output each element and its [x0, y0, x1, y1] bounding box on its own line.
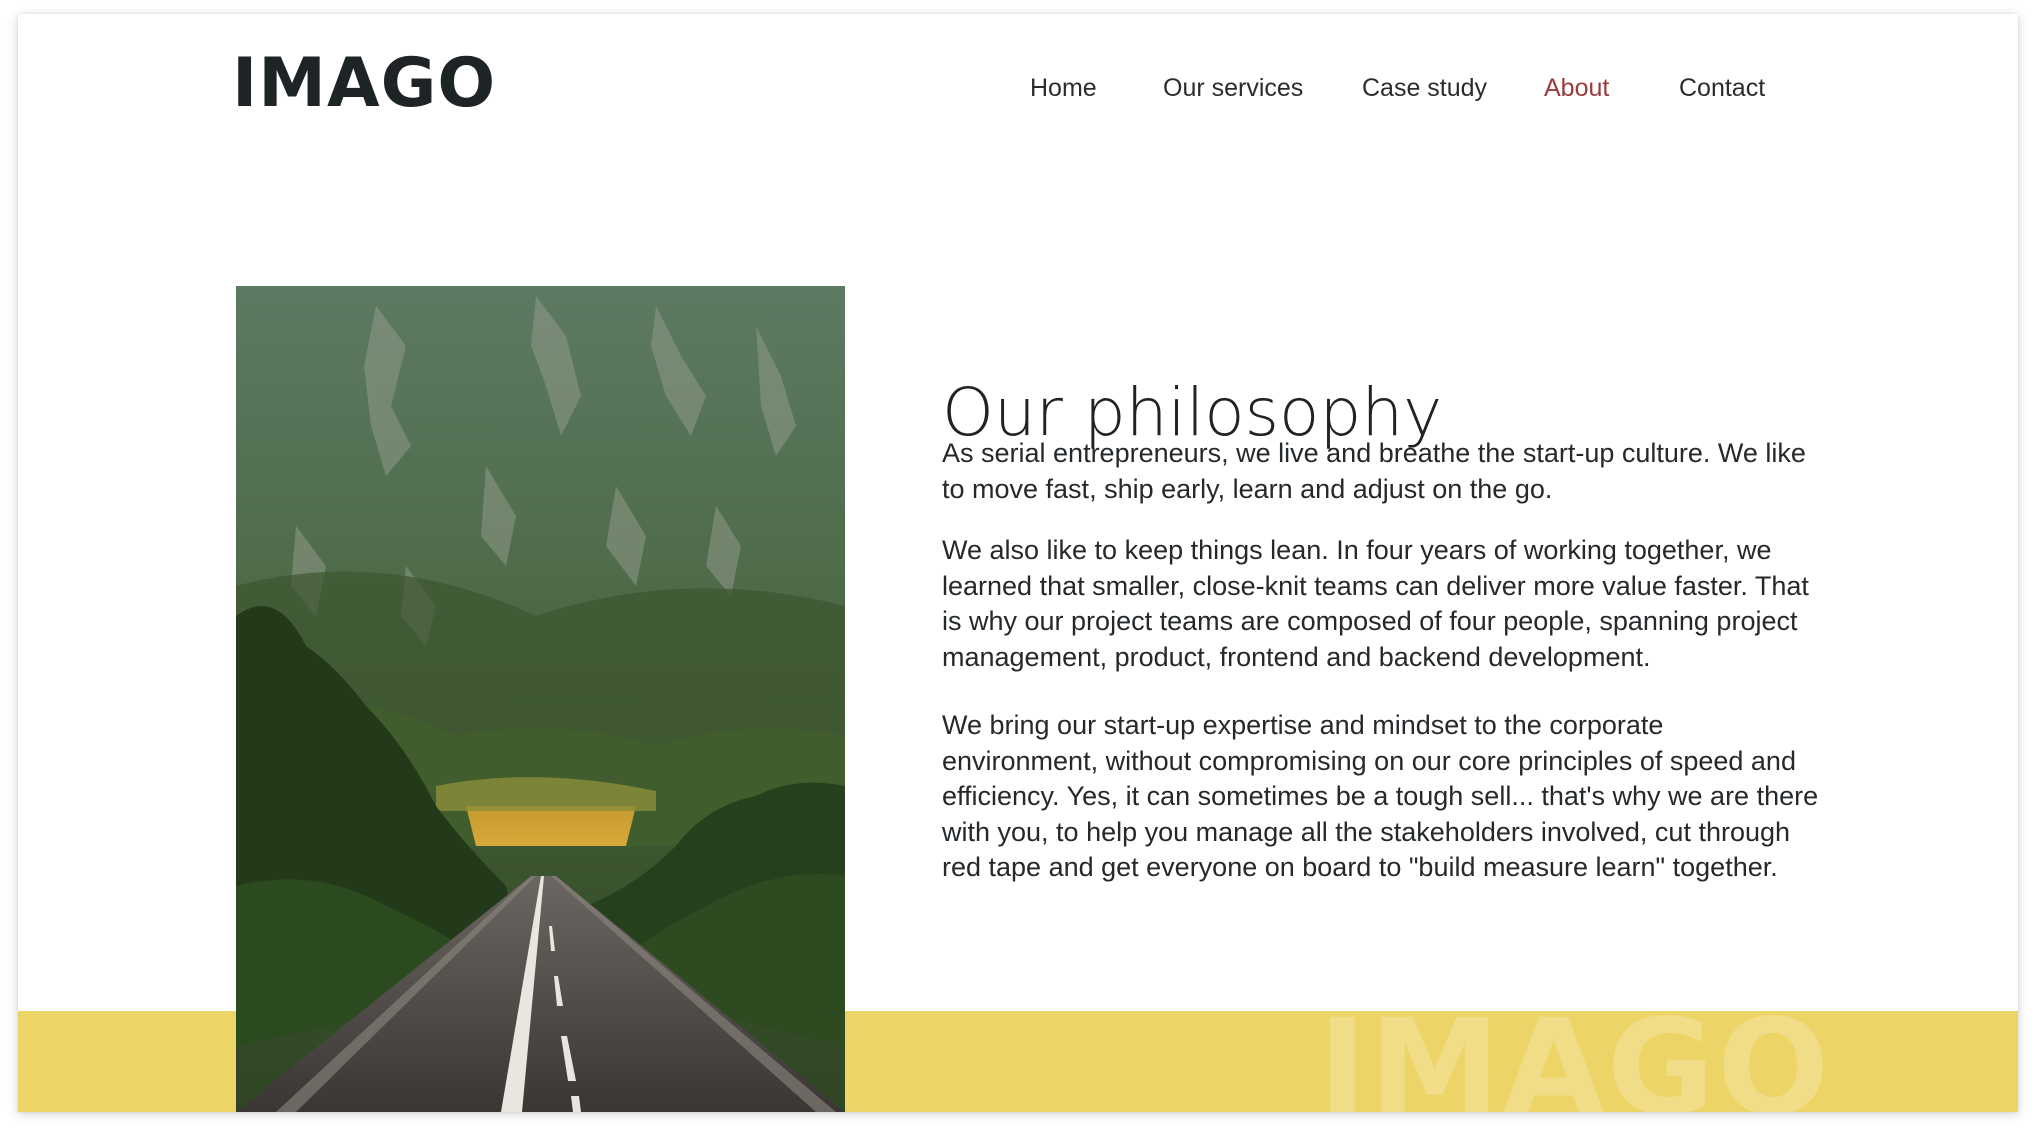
nav-item-our-services[interactable]: Our services: [1163, 74, 1303, 103]
footer-watermark-logo: IMAGO: [1318, 991, 1832, 1112]
nav-item-home[interactable]: Home: [1030, 74, 1097, 103]
nav-item-about[interactable]: About: [1544, 74, 1609, 103]
paragraph-3: We bring our start-up expertise and mind…: [942, 710, 1819, 882]
page-frame: IMAGO Home Our services Case study About…: [18, 14, 2018, 1112]
road-mountain-photo: [236, 286, 845, 1112]
main-nav: Home Our services Case study About Conta…: [18, 74, 2018, 114]
nav-item-case-study[interactable]: Case study: [1362, 74, 1487, 103]
paragraph-1: As serial entrepreneurs, we live and bre…: [942, 438, 1806, 504]
nav-item-contact[interactable]: Contact: [1679, 74, 1765, 103]
paragraph-2: We also like to keep things lean. In fou…: [942, 535, 1809, 672]
